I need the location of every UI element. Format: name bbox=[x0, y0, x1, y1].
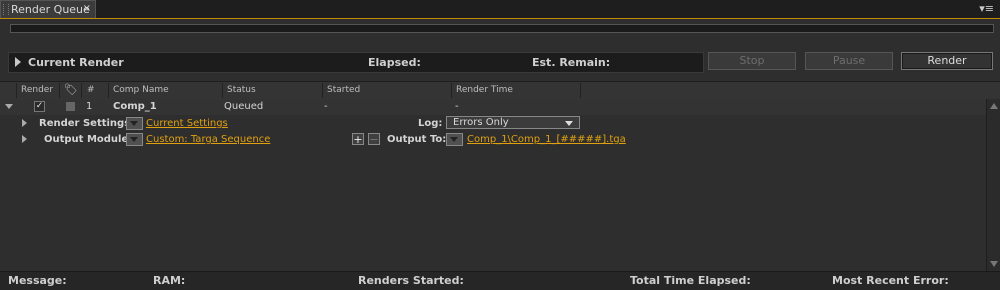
output-module-label: Output Module: bbox=[44, 134, 133, 145]
queue-item-row[interactable]: ✓ 1 Comp_1 Queued - - bbox=[0, 99, 986, 115]
column-separator bbox=[222, 83, 223, 98]
est-remain-label: Est. Remain: bbox=[532, 56, 611, 69]
grip-icon[interactable] bbox=[3, 4, 9, 15]
chevron-down-icon bbox=[565, 121, 573, 126]
render-checkbox[interactable]: ✓ bbox=[34, 101, 45, 112]
col-started[interactable]: Started bbox=[327, 85, 360, 95]
expand-item-icon[interactable] bbox=[5, 104, 13, 109]
tab-bar: Render Queue × ▾≡ bbox=[0, 0, 1000, 19]
expand-render-settings-icon[interactable] bbox=[22, 119, 27, 127]
pause-button[interactable]: Pause bbox=[805, 52, 893, 70]
renders-started-label: Renders Started: bbox=[358, 274, 464, 287]
label-tag-icon[interactable]: 🏷 bbox=[64, 83, 78, 96]
col-number[interactable]: # bbox=[87, 85, 95, 95]
render-settings-label: Render Settings: bbox=[39, 118, 135, 129]
vertical-scrollbar[interactable] bbox=[986, 99, 1000, 271]
log-select[interactable]: Errors Only bbox=[446, 116, 580, 129]
col-render[interactable]: Render bbox=[21, 85, 53, 95]
remove-output-module-button[interactable]: − bbox=[368, 133, 380, 145]
col-status[interactable]: Status bbox=[227, 85, 256, 95]
ram-label: RAM: bbox=[153, 274, 186, 287]
render-button[interactable]: Render bbox=[901, 52, 993, 70]
log-select-value: Errors Only bbox=[453, 117, 509, 128]
render-progress-bar bbox=[10, 24, 994, 33]
tab-render-queue[interactable]: Render Queue × bbox=[0, 0, 96, 18]
column-header: Render 🏷 # Comp Name Status Started Rend… bbox=[0, 81, 1000, 100]
render-settings-dropdown[interactable] bbox=[126, 117, 143, 130]
log-label: Log: bbox=[418, 118, 443, 129]
tab-title: Render Queue bbox=[11, 3, 90, 16]
column-separator bbox=[108, 83, 109, 98]
elapsed-label: Elapsed: bbox=[368, 56, 421, 69]
scroll-up-icon[interactable] bbox=[990, 103, 998, 109]
column-separator bbox=[580, 83, 581, 98]
output-module-dropdown[interactable] bbox=[126, 133, 143, 146]
render-settings-row: Render Settings: Current Settings Log: E… bbox=[0, 116, 986, 131]
render-settings-link[interactable]: Current Settings bbox=[146, 118, 228, 129]
item-started: - bbox=[324, 101, 328, 112]
output-to-link[interactable]: Comp_1\Comp_1_[#####].tga bbox=[467, 134, 626, 145]
column-separator bbox=[16, 83, 17, 98]
item-status: Queued bbox=[224, 101, 264, 112]
expand-output-module-icon[interactable] bbox=[22, 135, 27, 143]
add-output-module-button[interactable]: + bbox=[352, 133, 364, 145]
comp-name: Comp_1 bbox=[113, 101, 157, 112]
current-render-title: Current Render bbox=[28, 56, 124, 69]
column-separator bbox=[81, 83, 82, 98]
total-time-elapsed-label: Total Time Elapsed: bbox=[630, 274, 751, 287]
status-footer: Message: RAM: Renders Started: Total Tim… bbox=[0, 271, 1000, 290]
expand-current-render-icon[interactable] bbox=[15, 57, 21, 67]
scroll-down-icon[interactable] bbox=[990, 261, 998, 267]
output-to-dropdown[interactable] bbox=[446, 133, 463, 146]
column-separator bbox=[59, 83, 60, 98]
col-comp-name[interactable]: Comp Name bbox=[113, 85, 169, 95]
close-icon[interactable]: × bbox=[83, 3, 91, 14]
output-module-link[interactable]: Custom: Targa Sequence bbox=[146, 134, 270, 145]
output-module-row: Output Module: Custom: Targa Sequence + … bbox=[0, 132, 986, 147]
column-separator bbox=[451, 83, 452, 98]
label-color-swatch[interactable] bbox=[66, 102, 75, 111]
item-render-time: - bbox=[455, 101, 459, 112]
message-label: Message: bbox=[8, 274, 67, 287]
stop-button[interactable]: Stop bbox=[708, 52, 796, 70]
col-render-time[interactable]: Render Time bbox=[456, 85, 513, 95]
item-number: 1 bbox=[86, 101, 93, 112]
most-recent-error-label: Most Recent Error: bbox=[832, 274, 949, 287]
output-to-label: Output To: bbox=[387, 134, 447, 145]
render-queue-panel: Render Queue × ▾≡ Current Render Elapsed… bbox=[0, 0, 1000, 290]
column-separator bbox=[322, 83, 323, 98]
panel-menu-icon[interactable]: ▾≡ bbox=[979, 2, 994, 15]
current-render-bar: Current Render Elapsed: Est. Remain: bbox=[8, 52, 704, 73]
